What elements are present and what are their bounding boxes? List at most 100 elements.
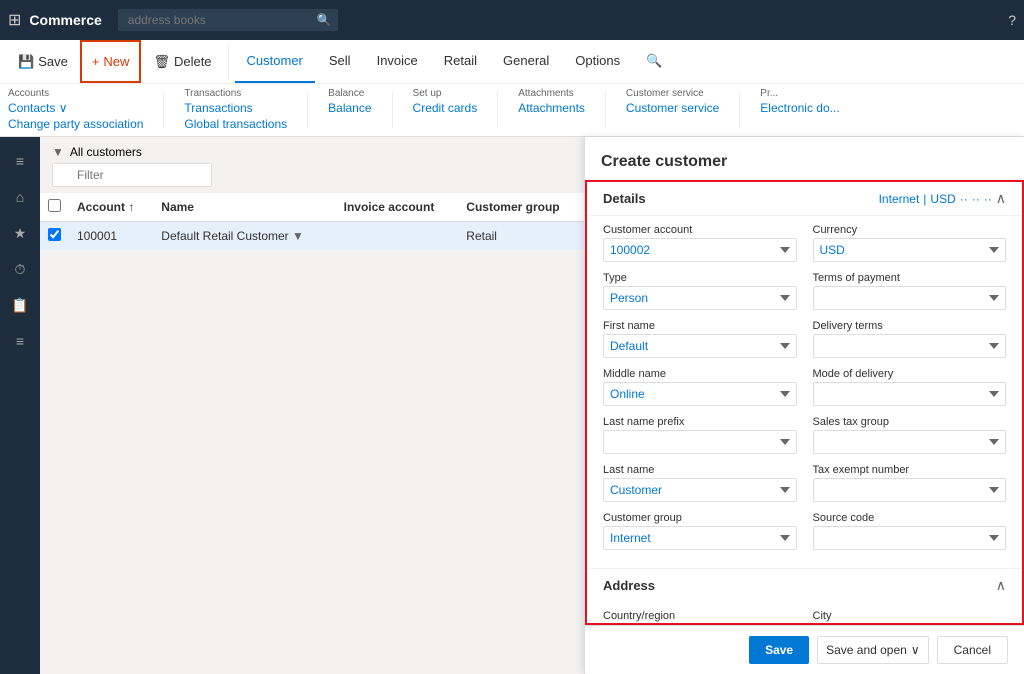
nav-star-icon[interactable]: ★: [4, 217, 36, 249]
tax-exempt-field: Tax exempt number: [813, 464, 1007, 502]
transactions-group-label: Transactions: [184, 88, 241, 99]
table-row[interactable]: 100001 Default Retail Customer ▼ Retail: [40, 222, 584, 251]
delete-icon: 🗑: [153, 54, 170, 70]
delivery-terms-select[interactable]: [813, 334, 1007, 358]
save-button[interactable]: Save: [749, 636, 809, 664]
attachments-link[interactable]: Attachments: [518, 101, 585, 115]
mode-delivery-select[interactable]: [813, 382, 1007, 406]
nav-hamburger-icon[interactable]: ≡: [4, 145, 36, 177]
accounts-group-items: Contacts ∨ Change party association: [8, 101, 143, 131]
col-invoice-account[interactable]: Invoice account: [336, 193, 459, 222]
delivery-terms-label: Delivery terms: [813, 320, 1007, 332]
save-label: Save: [38, 54, 68, 69]
row-group-cell: Retail: [458, 222, 584, 251]
tab-options[interactable]: Options: [563, 40, 632, 83]
type-select[interactable]: Person: [603, 286, 797, 310]
electronic-doc-link[interactable]: Electronic do...: [760, 101, 839, 115]
sales-tax-group-select[interactable]: [813, 430, 1007, 454]
create-customer-panel: Create customer Details Internet | USD ·…: [584, 137, 1024, 674]
last-name-select[interactable]: Customer: [603, 478, 797, 502]
row-checkbox-cell: [40, 222, 69, 251]
global-transactions-link[interactable]: Global transactions: [184, 117, 287, 131]
change-party-link[interactable]: Change party association: [8, 117, 143, 131]
tab-general[interactable]: General: [491, 40, 561, 83]
country-label: Country/region: [603, 610, 797, 622]
delete-label: Delete: [174, 54, 212, 69]
app-bar: ⊞ Commerce 🔍 ?: [0, 0, 1024, 40]
section-collapse-icon[interactable]: ∧: [996, 190, 1006, 207]
meta-sep1: |: [923, 192, 926, 206]
nav-modules-icon[interactable]: ≡: [4, 325, 36, 357]
tab-search[interactable]: 🔍: [634, 40, 674, 83]
select-all-checkbox[interactable]: [48, 199, 61, 212]
col-checkbox: [40, 193, 69, 222]
address-section-header: Address ∧: [587, 568, 1022, 602]
nav-recent-icon[interactable]: ⏱: [4, 253, 36, 285]
first-name-select[interactable]: Default: [603, 334, 797, 358]
new-label: New: [103, 54, 129, 69]
row-checkbox[interactable]: [48, 228, 61, 241]
delete-tab-button[interactable]: 🗑 Delete: [143, 40, 221, 83]
tax-exempt-select[interactable]: [813, 478, 1007, 502]
filter-input[interactable]: [52, 163, 212, 187]
save-and-open-button[interactable]: Save and open ∨: [817, 636, 929, 664]
new-tab-button[interactable]: + New: [80, 40, 142, 83]
list-header: ▼ All customers: [40, 137, 584, 163]
nav-home-icon[interactable]: ⌂: [4, 181, 36, 213]
help-icon[interactable]: ?: [1008, 12, 1016, 28]
save-tab-button[interactable]: 💾 Save: [8, 40, 78, 83]
nav-workspace-icon[interactable]: 📋: [4, 289, 36, 321]
ribbon-group-accounts: Accounts Contacts ∨ Change party associa…: [8, 88, 143, 131]
form-row-5: Last name prefix Sales tax group: [603, 416, 1006, 454]
col-account[interactable]: Account ↑: [69, 193, 153, 222]
customer-account-select[interactable]: 100002: [603, 238, 797, 262]
last-name-label: Last name: [603, 464, 797, 476]
attachments-group-label: Attachments: [518, 88, 574, 99]
accounts-group-label: Accounts: [8, 88, 49, 99]
source-code-select[interactable]: [813, 526, 1007, 550]
tab-sell[interactable]: Sell: [317, 40, 363, 83]
terms-payment-select[interactable]: [813, 286, 1007, 310]
balance-link[interactable]: Balance: [328, 101, 371, 115]
col-name[interactable]: Name: [153, 193, 335, 222]
tab-customer[interactable]: Customer: [235, 40, 315, 83]
list-title: All customers: [70, 145, 142, 159]
details-section-header: Details Internet | USD ·· ·· ·· ∧: [587, 182, 1022, 216]
first-name-field: First name Default: [603, 320, 797, 358]
funnel-icon: ▼: [52, 145, 64, 159]
customer-group-select[interactable]: Internet: [603, 526, 797, 550]
ribbon-separator: [228, 44, 229, 80]
tab-general-label: General: [503, 53, 549, 68]
middle-name-label: Middle name: [603, 368, 797, 380]
source-code-field: Source code: [813, 512, 1007, 550]
app-search-input[interactable]: [118, 9, 338, 31]
tab-customer-label: Customer: [247, 53, 303, 68]
ribbon: 💾 Save + New 🗑 Delete Customer Sell Invo…: [0, 40, 1024, 137]
cancel-button[interactable]: Cancel: [937, 636, 1008, 664]
last-name-prefix-label: Last name prefix: [603, 416, 797, 428]
contacts-link[interactable]: Contacts ∨: [8, 101, 143, 115]
last-name-prefix-select[interactable]: [603, 430, 797, 454]
search-wrapper: 🔍: [118, 9, 338, 31]
expand-icon[interactable]: ▼: [292, 229, 304, 243]
grid-icon[interactable]: ⊞: [8, 10, 21, 30]
type-field: Type Person: [603, 272, 797, 310]
customer-service-link[interactable]: Customer service: [626, 101, 719, 115]
terms-payment-label: Terms of payment: [813, 272, 1007, 284]
sep6: [605, 92, 606, 128]
col-customer-group[interactable]: Customer group: [458, 193, 584, 222]
tab-search-icon: 🔍: [646, 53, 662, 69]
tab-invoice[interactable]: Invoice: [365, 40, 430, 83]
middle-name-select[interactable]: Online: [603, 382, 797, 406]
transactions-link[interactable]: Transactions: [184, 101, 287, 115]
filter-bar: 🔍: [40, 163, 584, 193]
table-wrapper: Account ↑ Name Invoice account Customer …: [40, 193, 584, 674]
address-section-title: Address: [603, 578, 655, 593]
customers-table: Account ↑ Name Invoice account Customer …: [40, 193, 584, 251]
currency-select[interactable]: USD: [813, 238, 1007, 262]
address-form: Country/region USA City: [587, 602, 1022, 625]
address-collapse-icon[interactable]: ∧: [996, 577, 1006, 594]
credit-cards-link[interactable]: Credit cards: [413, 101, 478, 115]
tab-retail[interactable]: Retail: [432, 40, 489, 83]
country-field: Country/region USA: [603, 610, 797, 625]
